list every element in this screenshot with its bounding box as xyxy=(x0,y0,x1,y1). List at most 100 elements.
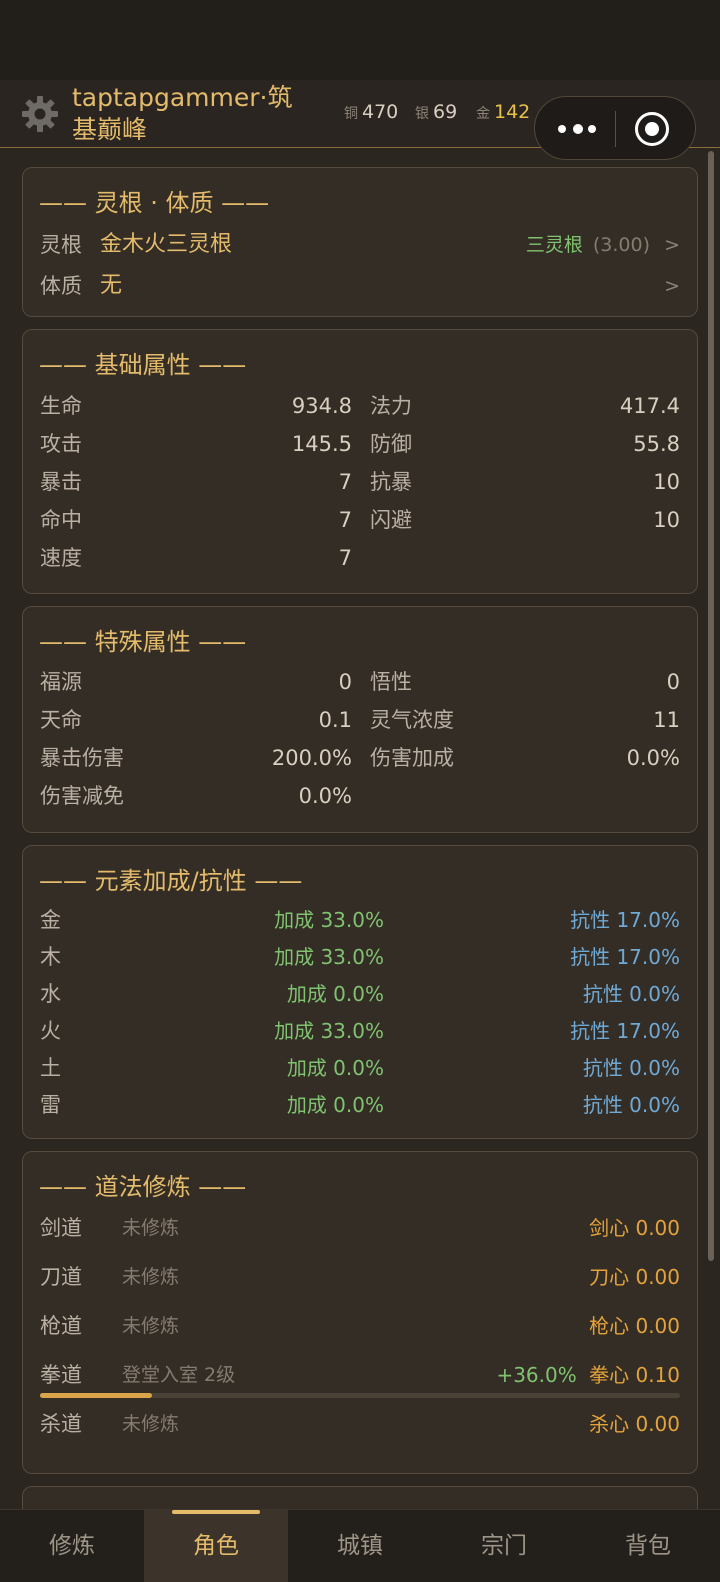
currency-copper-value: 470 xyxy=(362,101,399,123)
attr-label: 命中 xyxy=(40,508,82,532)
more-menu-icon[interactable] xyxy=(557,119,597,139)
spirit-root-grade: 三灵根 xyxy=(525,234,583,256)
player-name: taptapgammer·筑基巅峰 xyxy=(72,83,293,144)
element-name: 金 xyxy=(40,908,61,932)
special-attributes-title: —— 特殊属性 —— xyxy=(39,628,247,656)
scrollbar[interactable] xyxy=(708,151,714,1261)
tab-character-label: 角色 xyxy=(193,1533,239,1559)
element-row: 火 加成 33.0% 抗性 17.0% xyxy=(40,1012,680,1050)
attr-label: 伤害加成 xyxy=(370,746,454,770)
element-bonus: 加成 0.0% xyxy=(286,1093,384,1117)
dao-name: 拳道 xyxy=(40,1363,82,1387)
attr-value: 7 xyxy=(338,508,352,532)
tab-character[interactable]: 角色 xyxy=(144,1510,288,1582)
tab-town[interactable]: 城镇 xyxy=(288,1510,432,1582)
element-name: 雷 xyxy=(40,1093,61,1117)
attr-label: 攻击 xyxy=(40,432,82,456)
attr-row: 暴击伤害 200.0% 伤害加成 0.0% xyxy=(40,739,680,777)
element-resist: 抗性 17.0% xyxy=(570,908,680,932)
base-attributes-title: —— 基础属性 —— xyxy=(39,351,247,379)
tab-backpack[interactable]: 背包 xyxy=(576,1510,720,1582)
element-resist: 抗性 0.0% xyxy=(582,1056,680,1080)
physique-label: 体质 xyxy=(40,274,82,298)
attr-label: 灵气浓度 xyxy=(370,708,454,732)
dao-name: 刀道 xyxy=(40,1265,82,1289)
attr-value: 7 xyxy=(338,470,352,494)
element-resist: 抗性 0.0% xyxy=(582,1093,680,1117)
bottom-tab-bar: 修炼 角色 城镇 宗门 背包 xyxy=(0,1509,720,1582)
attr-label: 暴击伤害 xyxy=(40,746,124,770)
spirit-root-score: (3.00) xyxy=(592,234,651,256)
attr-row: 伤害减免 0.0% xyxy=(40,777,680,815)
attr-label: 福源 xyxy=(40,670,82,694)
top-bar: taptapgammer·筑基巅峰 铜470 银69 金142 灵0 xyxy=(0,80,720,160)
element-resist: 抗性 0.0% xyxy=(582,982,680,1006)
dao-heart: 刀心 0.00 xyxy=(589,1265,680,1289)
dao-status: 未修炼 xyxy=(122,1413,180,1435)
spirit-root-card: —— 灵根 · 体质 —— 灵根 金木火三灵根 三灵根 (3.00) > 体质 … xyxy=(22,167,698,317)
physique-value: 无 xyxy=(100,273,123,298)
currency-gold: 金 142 xyxy=(476,101,530,123)
dao-status: 未修炼 xyxy=(122,1315,180,1337)
element-row: 金 加成 33.0% 抗性 17.0% xyxy=(40,901,680,939)
currency-copper-label: 铜 xyxy=(344,106,358,122)
character-panel[interactable]: —— 灵根 · 体质 —— 灵根 金木火三灵根 三灵根 (3.00) > 体质 … xyxy=(0,149,720,1509)
close-miniprogram-icon[interactable] xyxy=(635,112,669,146)
element-attributes-card: —— 元素加成/抗性 —— 金 加成 33.0% 抗性 17.0% 木 加成 3… xyxy=(22,845,698,1139)
chevron-right-icon: > xyxy=(664,234,680,256)
attr-label: 法力 xyxy=(370,394,412,418)
element-resist: 抗性 17.0% xyxy=(570,945,680,969)
attr-label: 伤害减免 xyxy=(40,784,124,808)
attr-row: 福源 0 悟性 0 xyxy=(40,663,680,701)
attr-value: 0.1 xyxy=(318,708,352,732)
dao-status: 未修炼 xyxy=(122,1266,180,1288)
capsule-divider xyxy=(615,111,616,147)
active-tab-indicator xyxy=(172,1510,260,1514)
tab-cultivate[interactable]: 修炼 xyxy=(0,1510,144,1582)
currency-copper: 铜 470 xyxy=(344,101,398,123)
dao-status: 登堂入室 2级 xyxy=(122,1364,236,1386)
spirit-root-label: 灵根 xyxy=(40,233,82,257)
attr-label: 生命 xyxy=(40,394,82,418)
attr-value: 10 xyxy=(653,470,680,494)
dao-row-sword[interactable]: 剑道 未修炼 剑心 0.00 xyxy=(40,1209,680,1247)
element-bonus: 加成 0.0% xyxy=(286,982,384,1006)
settings-gear-icon[interactable] xyxy=(20,94,60,134)
attr-row: 天命 0.1 灵气浓度 11 xyxy=(40,701,680,739)
element-row: 土 加成 0.0% 抗性 0.0% xyxy=(40,1049,680,1087)
element-resist: 抗性 17.0% xyxy=(570,1019,680,1043)
dao-name: 杀道 xyxy=(40,1412,82,1436)
attr-label: 防御 xyxy=(370,432,412,456)
spirit-root-row[interactable]: 灵根 金木火三灵根 三灵根 (3.00) > xyxy=(40,226,680,264)
attr-label: 速度 xyxy=(40,546,82,570)
attr-value: 0 xyxy=(666,670,680,694)
attr-row: 暴击 7 抗暴 10 xyxy=(40,463,680,501)
element-name: 水 xyxy=(40,982,61,1006)
attr-value: 934.8 xyxy=(291,394,352,418)
attr-value: 0.0% xyxy=(626,746,680,770)
element-row: 雷 加成 0.0% 抗性 0.0% xyxy=(40,1086,680,1124)
element-bonus: 加成 33.0% xyxy=(274,1019,384,1043)
dao-heart: 枪心 0.00 xyxy=(589,1314,680,1338)
attr-value: 145.5 xyxy=(291,432,352,456)
chevron-right-icon: > xyxy=(664,275,680,297)
attr-label: 抗暴 xyxy=(370,470,412,494)
attr-value: 7 xyxy=(338,546,352,570)
attr-row: 攻击 145.5 防御 55.8 xyxy=(40,425,680,463)
element-bonus: 加成 33.0% xyxy=(274,945,384,969)
element-row: 水 加成 0.0% 抗性 0.0% xyxy=(40,975,680,1013)
tab-sect[interactable]: 宗门 xyxy=(432,1510,576,1582)
attr-value: 200.0% xyxy=(271,746,352,770)
dao-bonus: +36.0% xyxy=(496,1363,577,1387)
attr-label: 暴击 xyxy=(40,470,82,494)
dao-cultivation-title: —— 道法修炼 —— xyxy=(39,1173,247,1201)
dao-status: 未修炼 xyxy=(122,1217,180,1239)
dao-row-fist[interactable]: 拳道 登堂入室 2级 +36.0% 拳心 0.10 xyxy=(40,1356,680,1394)
dao-row-spear[interactable]: 枪道 未修炼 枪心 0.00 xyxy=(40,1307,680,1345)
dao-name: 剑道 xyxy=(40,1216,82,1240)
attr-value: 417.4 xyxy=(619,394,680,418)
dao-row-kill[interactable]: 杀道 未修炼 杀心 0.00 xyxy=(40,1405,680,1443)
currency-silver-value: 69 xyxy=(433,101,458,123)
dao-row-blade[interactable]: 刀道 未修炼 刀心 0.00 xyxy=(40,1258,680,1296)
physique-row[interactable]: 体质 无 > xyxy=(40,267,680,305)
